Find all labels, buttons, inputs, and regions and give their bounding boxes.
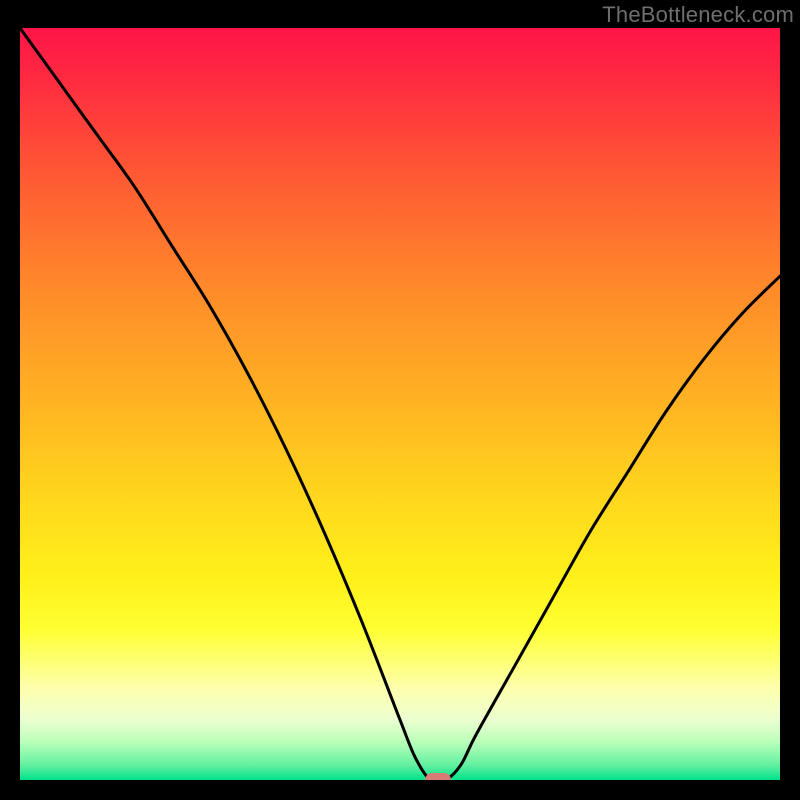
plot-area — [20, 28, 780, 780]
chart-frame: TheBottleneck.com — [0, 0, 800, 800]
optimal-marker — [425, 773, 451, 780]
curve-path — [20, 28, 780, 780]
watermark-text: TheBottleneck.com — [602, 2, 794, 28]
bottleneck-curve — [20, 28, 780, 780]
